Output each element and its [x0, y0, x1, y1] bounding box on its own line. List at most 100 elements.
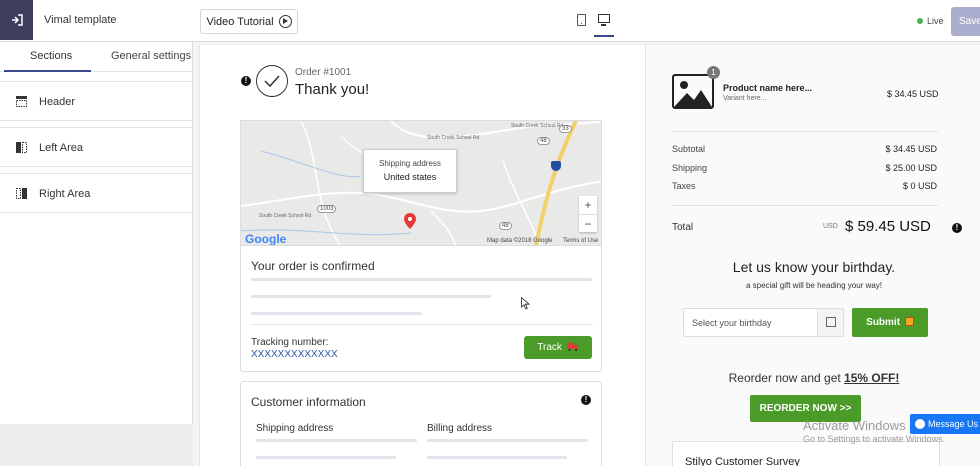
route-shield: 33	[559, 125, 572, 133]
tracking-label: Tracking number:	[251, 337, 329, 348]
birthday-subtitle: a special gift will be heading your way!	[745, 281, 883, 290]
top-toolbar: Vimal template Video Tutorial Live Save	[0, 0, 980, 42]
desktop-preview-icon[interactable]	[598, 14, 610, 26]
customer-information-card: Customer information ! Shipping address …	[240, 381, 602, 466]
birthday-date-field	[683, 308, 844, 337]
summary-divider	[672, 131, 938, 132]
calendar-icon	[826, 317, 836, 327]
order-number: Order #1001	[295, 67, 352, 78]
google-logo: Google	[245, 232, 287, 246]
route-shield: 48	[499, 222, 512, 230]
placeholder-line	[251, 278, 592, 281]
placeholder-line	[256, 439, 417, 442]
tab-general-settings[interactable]: General settings	[111, 50, 191, 62]
info-icon[interactable]: !	[952, 223, 962, 233]
reorder-discount: 15% OFF!	[844, 371, 900, 385]
quantity-badge: 1	[707, 66, 720, 79]
submit-button-label: Submit	[866, 317, 901, 328]
exit-button[interactable]	[0, 0, 33, 40]
template-name: Vimal template	[44, 14, 117, 26]
route-shield: 48	[537, 137, 550, 145]
road-label: South Creek School Rd	[427, 135, 480, 141]
subtotal-value: $ 34.45 USD	[885, 144, 937, 154]
customer-information-title: Customer information	[251, 395, 366, 409]
panel-tabs: Sections General settings	[0, 42, 192, 72]
map-tooltip-title: Shipping address	[379, 159, 441, 168]
exit-icon	[11, 14, 23, 26]
right-area-layout-icon	[16, 188, 27, 199]
submit-birthday-button[interactable]: Submit	[852, 308, 928, 337]
shipping-address-header: Shipping address	[256, 423, 334, 434]
placeholder-line	[427, 439, 588, 442]
video-tutorial-button[interactable]: Video Tutorial	[200, 9, 298, 34]
reorder-promo-text: Reorder now and get 15% OFF!	[646, 371, 980, 385]
map-tooltip-value: United states	[383, 172, 437, 182]
left-area[interactable]: ! Order #1001 Thank you! South Creek Sch…	[200, 45, 645, 466]
zoom-in-button[interactable]: +	[579, 196, 597, 215]
right-area[interactable]: 1 Product name here... Variant here... $…	[645, 45, 980, 466]
preview-canvas: ! Order #1001 Thank you! South Creek Sch…	[199, 45, 980, 466]
summary-divider	[672, 205, 938, 206]
checkmark-icon	[256, 65, 288, 97]
map-terms-link[interactable]: Terms of Use	[563, 238, 598, 244]
product-name: Product name here...	[723, 83, 813, 93]
device-active-indicator	[594, 35, 614, 37]
map-attribution: Map data ©2018 Google	[487, 238, 553, 244]
sections-panel: Sections General settings Header Left Ar…	[0, 42, 193, 466]
thank-you-heading: Thank you!	[295, 81, 370, 98]
taxes-value: $ 0 USD	[902, 181, 937, 191]
billing-address-header: Billing address	[427, 423, 493, 434]
mouse-cursor-icon	[521, 297, 530, 310]
tab-active-indicator	[4, 70, 91, 72]
track-button-label: Track	[537, 342, 562, 353]
shipping-label: Shipping	[672, 163, 708, 173]
track-button[interactable]: Track	[524, 336, 592, 359]
tab-sections[interactable]: Sections	[30, 50, 72, 62]
taxes-label: Taxes	[672, 181, 696, 191]
tracking-number-link[interactable]: XXXXXXXXXXXXX	[251, 349, 338, 360]
product-price: $ 34.45 USD	[887, 89, 939, 99]
placeholder-line	[251, 295, 491, 298]
header-layout-icon	[16, 96, 27, 107]
play-icon	[278, 15, 292, 28]
mobile-preview-icon[interactable]	[577, 14, 586, 26]
messenger-button[interactable]: Message Us	[910, 414, 980, 434]
map-zoom-control: + −	[579, 196, 597, 232]
live-status-label: Live	[927, 16, 944, 26]
subtotal-label: Subtotal	[672, 144, 706, 154]
interstate-shield-icon	[551, 161, 561, 171]
windows-activation-watermark: Activate Windows	[803, 418, 906, 433]
card-divider	[251, 324, 593, 325]
product-image-icon	[672, 74, 714, 109]
road-label: South Creek School Rd	[511, 123, 564, 129]
section-item-right-area[interactable]: Right Area	[0, 173, 192, 213]
gift-icon	[904, 317, 914, 326]
video-tutorial-label: Video Tutorial	[206, 15, 274, 28]
live-status-dot	[917, 18, 923, 24]
date-picker-button[interactable]	[817, 309, 843, 336]
windows-activation-subtext: Go to Settings to activate Windows.	[803, 434, 946, 444]
info-icon[interactable]: !	[581, 395, 591, 405]
section-item-label: Left Area	[39, 142, 84, 154]
truck-icon	[566, 343, 578, 351]
section-item-left-area[interactable]: Left Area	[0, 127, 192, 167]
info-icon[interactable]: !	[241, 76, 251, 86]
total-label: Total	[672, 222, 694, 233]
placeholder-line	[251, 312, 422, 315]
placeholder-line	[427, 456, 567, 459]
customer-survey-card[interactable]: Stilyo Customer Survey	[672, 441, 940, 466]
total-value: $ 59.45 USD	[845, 218, 931, 235]
placeholder-line	[256, 456, 396, 459]
section-item-label: Header	[39, 96, 76, 108]
zoom-out-button[interactable]: −	[579, 215, 597, 233]
birthday-heading: Let us know your birthday.	[732, 259, 896, 275]
total-currency: USD	[823, 223, 838, 230]
map-pin-icon[interactable]	[404, 213, 416, 229]
section-item-header[interactable]: Header	[0, 81, 192, 121]
product-variant: Variant here...	[723, 95, 767, 102]
birthday-input[interactable]	[684, 309, 814, 336]
left-area-layout-icon	[16, 142, 27, 153]
save-button[interactable]: Save	[951, 7, 980, 36]
route-shield: 1003	[317, 205, 337, 213]
shipping-map[interactable]: South Creek School Rd South Creek School…	[240, 120, 602, 246]
